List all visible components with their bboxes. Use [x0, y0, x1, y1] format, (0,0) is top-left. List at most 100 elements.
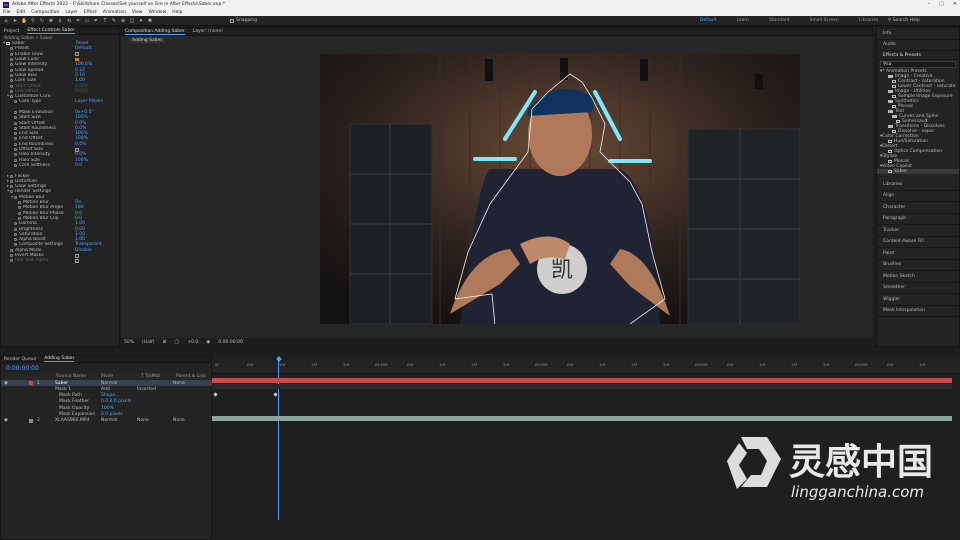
stopwatch-icon[interactable] — [14, 100, 17, 104]
maximize-icon[interactable]: □ — [939, 1, 944, 7]
stopwatch-icon[interactable] — [10, 95, 13, 99]
eraser-tool-icon[interactable]: ◫ — [129, 18, 135, 24]
stopwatch-icon[interactable] — [10, 89, 13, 93]
stopwatch-icon[interactable] — [18, 211, 21, 215]
menu-item-layer[interactable]: Layer — [65, 10, 78, 15]
checkbox[interactable] — [75, 253, 79, 258]
label-color[interactable] — [29, 381, 33, 385]
current-time[interactable]: 0:00:00:00 — [218, 340, 243, 345]
column-header[interactable]: Mode — [101, 374, 113, 379]
property-value[interactable]: 100.0% — [75, 62, 92, 67]
workspace-standard[interactable]: Standard — [769, 18, 789, 23]
stopwatch-icon[interactable] — [14, 222, 17, 226]
zoom-tool-icon[interactable]: ⚲ — [30, 18, 36, 24]
property-value[interactable]: 0.0 — [75, 163, 82, 168]
workspace-default[interactable]: Default — [700, 18, 716, 23]
comp-frame-image[interactable]: 凯 — [320, 54, 800, 324]
minimize-icon[interactable]: – — [928, 1, 931, 7]
property-value[interactable]: 100% — [75, 115, 88, 120]
stopwatch-icon[interactable] — [10, 79, 13, 83]
column-header[interactable]: Parent & Link — [176, 374, 206, 379]
property-value[interactable]: Disable — [75, 248, 92, 253]
layer-mode[interactable]: Normal — [101, 381, 117, 386]
stopwatch-icon[interactable] — [14, 158, 17, 162]
stopwatch-icon[interactable] — [10, 254, 13, 258]
layer-row[interactable]: ◉ 2 XLAAS960.MP4 Normal None None — [1, 418, 213, 424]
stopwatch-icon[interactable] — [10, 84, 13, 88]
tab-composition[interactable]: Composition Adding Saber — [125, 29, 185, 35]
stopwatch-icon[interactable] — [18, 216, 21, 220]
selection-tool-icon[interactable]: ➤ — [12, 18, 18, 24]
layer-name[interactable]: Saber — [55, 381, 68, 386]
orbit-tool-icon[interactable]: ↻ — [39, 18, 45, 24]
layer-mode[interactable]: Add — [101, 387, 110, 392]
property-value[interactable]: Layer Masks — [75, 99, 103, 104]
layer-name[interactable]: Mask Feather — [59, 399, 89, 404]
menu-item-view[interactable]: View — [132, 10, 143, 15]
stopwatch-icon[interactable] — [14, 195, 17, 199]
stopwatch-icon[interactable] — [14, 227, 17, 231]
effect-property-row[interactable]: Use Text Alpha — [3, 258, 119, 263]
property-value[interactable]: Transparent — [75, 242, 102, 247]
menu-item-effect[interactable]: Effect — [84, 10, 97, 15]
panel-character[interactable]: Character — [877, 202, 959, 214]
pan-tool-icon[interactable]: ✥ — [48, 18, 54, 24]
property-value[interactable]: 180 — [75, 205, 84, 210]
column-header[interactable]: Source Name — [56, 374, 86, 379]
property-value[interactable]: 0.0% — [75, 152, 86, 157]
rect-tool-icon[interactable]: ▭ — [84, 18, 90, 24]
workspace-small-screen[interactable]: Small Screen — [810, 18, 839, 23]
stopwatch-icon[interactable] — [14, 121, 17, 125]
menu-item-file[interactable]: File — [3, 10, 11, 15]
stopwatch-icon[interactable] — [14, 243, 17, 247]
layer-mode[interactable]: 0.0,0.0 pixels — [101, 399, 131, 404]
resolution-select[interactable]: (Half) — [142, 340, 155, 345]
stopwatch-icon[interactable] — [14, 132, 17, 136]
brush-tool-icon[interactable]: ✎ — [111, 18, 117, 24]
tab-render-queue[interactable]: Render Queue — [4, 357, 36, 362]
keyframe[interactable] — [213, 392, 218, 397]
stopwatch-icon[interactable] — [10, 63, 13, 67]
property-value[interactable]: 0.0 — [75, 211, 82, 216]
property-value[interactable]: 0.22 — [75, 68, 85, 73]
layer-name[interactable]: Mask 1 — [55, 387, 71, 392]
type-tool-icon[interactable]: T — [102, 18, 108, 24]
tab-effect-controls[interactable]: Effect Controls Saber — [27, 28, 75, 34]
layer-name[interactable]: XLAAS960.MP4 — [55, 418, 89, 423]
stopwatch-icon[interactable] — [10, 52, 13, 56]
property-value[interactable]: 1.00 — [75, 78, 85, 83]
property-value[interactable]: 100% — [75, 136, 88, 141]
effects-presets-title[interactable]: Effects & Presets — [877, 51, 959, 60]
tab-layer[interactable]: Layer: (none) — [193, 29, 223, 34]
eye-icon[interactable]: ◉ — [4, 418, 8, 423]
stopwatch-icon[interactable] — [10, 179, 13, 183]
stopwatch-icon[interactable] — [14, 111, 17, 114]
panel-paragraph[interactable]: Paragraph — [877, 214, 959, 225]
hand-tool-icon[interactable]: ✋ — [21, 18, 27, 24]
layer-row[interactable]: Mask Opacity 100% — [1, 405, 213, 411]
toggle-mask-icon[interactable]: ◯ — [174, 340, 179, 345]
close-icon[interactable]: ✕ — [953, 1, 957, 7]
stopwatch-icon[interactable] — [14, 232, 17, 236]
eye-icon[interactable]: ◉ — [4, 381, 8, 386]
panel-motion-sketch[interactable]: Motion Sketch — [877, 271, 959, 283]
stopwatch-icon[interactable] — [14, 238, 17, 242]
workspace-learn[interactable]: Learn — [736, 18, 749, 23]
stopwatch-icon[interactable] — [14, 126, 17, 130]
toggle-grid-icon[interactable]: ⊞ — [163, 340, 167, 345]
property-value[interactable]: 0.00 — [75, 227, 85, 232]
layer-name[interactable]: Mask Opacity — [59, 406, 89, 411]
menu-item-help[interactable]: Help — [172, 10, 182, 15]
snapshot-icon[interactable]: ◉ — [206, 340, 210, 345]
layer-mode[interactable]: Shape... — [101, 393, 119, 398]
property-value[interactable]: 0.0% — [75, 142, 86, 147]
menu-item-window[interactable]: Window — [149, 10, 167, 15]
workspace-libraries[interactable]: Libraries — [859, 18, 878, 23]
checkbox[interactable] — [75, 147, 79, 152]
effects-search-input[interactable]: ⚲ sa — [880, 61, 956, 68]
property-value[interactable]: 0.000 — [75, 84, 88, 89]
layer-row[interactable]: Mask Path Shape... — [1, 393, 213, 399]
keyframe[interactable] — [273, 392, 278, 397]
stopwatch-icon[interactable] — [10, 58, 13, 62]
label-color[interactable] — [29, 418, 33, 423]
